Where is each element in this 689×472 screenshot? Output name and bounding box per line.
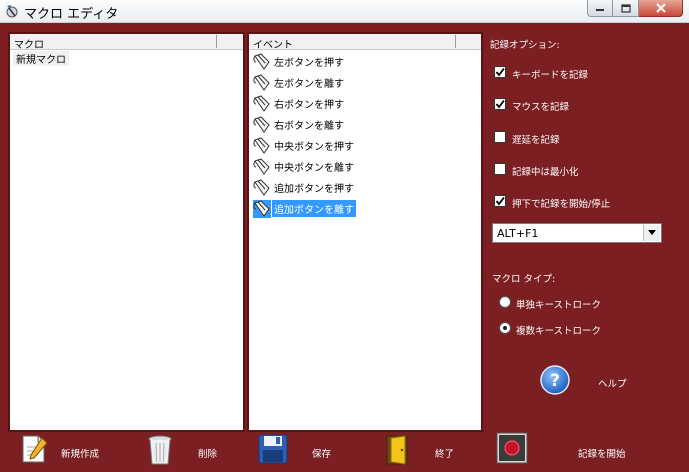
close-icon bbox=[655, 3, 666, 13]
event-row[interactable]: 左ボタンを離す bbox=[253, 72, 346, 93]
close-button[interactable] bbox=[639, 0, 683, 17]
radio-dot bbox=[503, 326, 507, 330]
radio-button[interactable] bbox=[499, 296, 511, 308]
radio-label[interactable]: 単独キーストローク bbox=[516, 297, 601, 311]
save-button[interactable]: 保存 bbox=[312, 446, 331, 460]
save-icon[interactable] bbox=[258, 434, 288, 464]
event-label: 右ボタンを離す bbox=[274, 121, 344, 132]
event-column-header: イベント bbox=[253, 40, 293, 51]
mouse-icon bbox=[253, 52, 271, 71]
start-record-button[interactable]: 記録を開始 bbox=[578, 446, 626, 460]
new-document-icon[interactable] bbox=[20, 434, 48, 464]
window-title: マクロ エディタ bbox=[24, 7, 119, 22]
checkmark-icon bbox=[495, 197, 505, 206]
record-icon[interactable] bbox=[496, 432, 528, 464]
event-row[interactable]: 左ボタンを押す bbox=[253, 51, 346, 72]
mouse-icon bbox=[253, 136, 271, 155]
macro-list-header[interactable]: マクロ bbox=[10, 34, 243, 51]
hotkey-combobox[interactable]: ALT+F1 bbox=[492, 223, 662, 243]
mouse-icon bbox=[253, 199, 271, 218]
dropdown-button[interactable] bbox=[643, 225, 660, 241]
hotkey-value: ALT+F1 bbox=[497, 227, 539, 240]
checkmark-icon bbox=[495, 67, 505, 77]
checkmark-icon bbox=[495, 100, 505, 109]
checkbox[interactable] bbox=[494, 162, 506, 175]
delete-button[interactable]: 削除 bbox=[198, 446, 217, 460]
checkbox-label[interactable]: 押下で記録を開始/停止 bbox=[512, 196, 610, 210]
event-label: 追加ボタンを押す bbox=[274, 184, 354, 195]
help-icon[interactable]: ? bbox=[540, 365, 570, 395]
mouse-icon bbox=[253, 73, 271, 92]
radio-button[interactable] bbox=[499, 322, 511, 334]
macro-list-item[interactable]: 新規マクロ bbox=[13, 51, 69, 66]
svg-text:?: ? bbox=[550, 371, 560, 391]
event-row[interactable]: 中央ボタンを離す bbox=[253, 156, 356, 177]
maximize-icon bbox=[620, 3, 631, 13]
minimize-button[interactable] bbox=[587, 0, 613, 17]
chevron-down-icon bbox=[648, 230, 656, 235]
checkbox[interactable] bbox=[494, 98, 506, 111]
checkbox-label[interactable]: 遅延を記録 bbox=[512, 132, 560, 146]
event-row[interactable]: 追加ボタンを離す bbox=[253, 198, 356, 219]
mouse-icon bbox=[253, 94, 271, 113]
event-row[interactable]: 右ボタンを離す bbox=[253, 114, 346, 135]
event-row[interactable]: 中央ボタンを押す bbox=[253, 135, 356, 156]
mouse-icon bbox=[253, 178, 271, 197]
event-label: 左ボタンを押す bbox=[274, 58, 344, 69]
event-label: 追加ボタンを離す bbox=[272, 200, 356, 217]
macro-column-header: マクロ bbox=[14, 40, 44, 51]
column-divider bbox=[455, 35, 456, 48]
macro-list-panel[interactable]: マクロ 新規マクロ bbox=[8, 32, 245, 432]
checkbox[interactable] bbox=[494, 66, 506, 78]
macro-type-title: マクロ タイプ: bbox=[492, 274, 556, 285]
minimize-icon bbox=[596, 9, 604, 11]
maximize-button[interactable] bbox=[613, 0, 639, 17]
checkbox-label[interactable]: キーボードを記録 bbox=[512, 67, 588, 81]
macro-editor-window: マクロ エディタ マクロ 新規マクロ イベント 左ボタンを押す 左ボタンを離す 右ボ… bbox=[0, 0, 689, 472]
column-divider bbox=[216, 35, 217, 48]
trash-icon[interactable] bbox=[148, 434, 172, 466]
checkbox-label[interactable]: 記録中は最小化 bbox=[512, 164, 579, 178]
checkbox[interactable] bbox=[494, 130, 506, 143]
event-label: 中央ボタンを離す bbox=[274, 163, 354, 174]
event-label: 左ボタンを離す bbox=[274, 79, 344, 90]
event-label: 右ボタンを押す bbox=[274, 100, 344, 111]
checkbox[interactable] bbox=[494, 195, 506, 208]
event-list-panel[interactable]: イベント 左ボタンを押す 左ボタンを離す 右ボタンを押す 右ボタンを離す 中央ボタンを押… bbox=[247, 32, 483, 432]
window-controls bbox=[587, 0, 683, 18]
title-bar: マクロ エディタ bbox=[0, 0, 689, 23]
radio-label[interactable]: 複数キーストローク bbox=[516, 323, 601, 337]
exit-door-icon[interactable] bbox=[385, 434, 411, 466]
record-options-title: 記録オプション: bbox=[490, 40, 560, 51]
exit-button[interactable]: 終了 bbox=[435, 446, 454, 460]
help-label[interactable]: ヘルプ bbox=[598, 376, 627, 390]
event-list-header[interactable]: イベント bbox=[249, 34, 481, 51]
mouse-icon bbox=[253, 115, 271, 134]
new-button[interactable]: 新規作成 bbox=[61, 446, 99, 460]
app-icon bbox=[6, 5, 18, 18]
checkbox-label[interactable]: マウスを記録 bbox=[512, 99, 569, 113]
event-row[interactable]: 追加ボタンを押す bbox=[253, 177, 356, 198]
event-row[interactable]: 右ボタンを押す bbox=[253, 93, 346, 114]
event-label: 中央ボタンを押す bbox=[274, 142, 354, 153]
mouse-icon bbox=[253, 157, 271, 176]
